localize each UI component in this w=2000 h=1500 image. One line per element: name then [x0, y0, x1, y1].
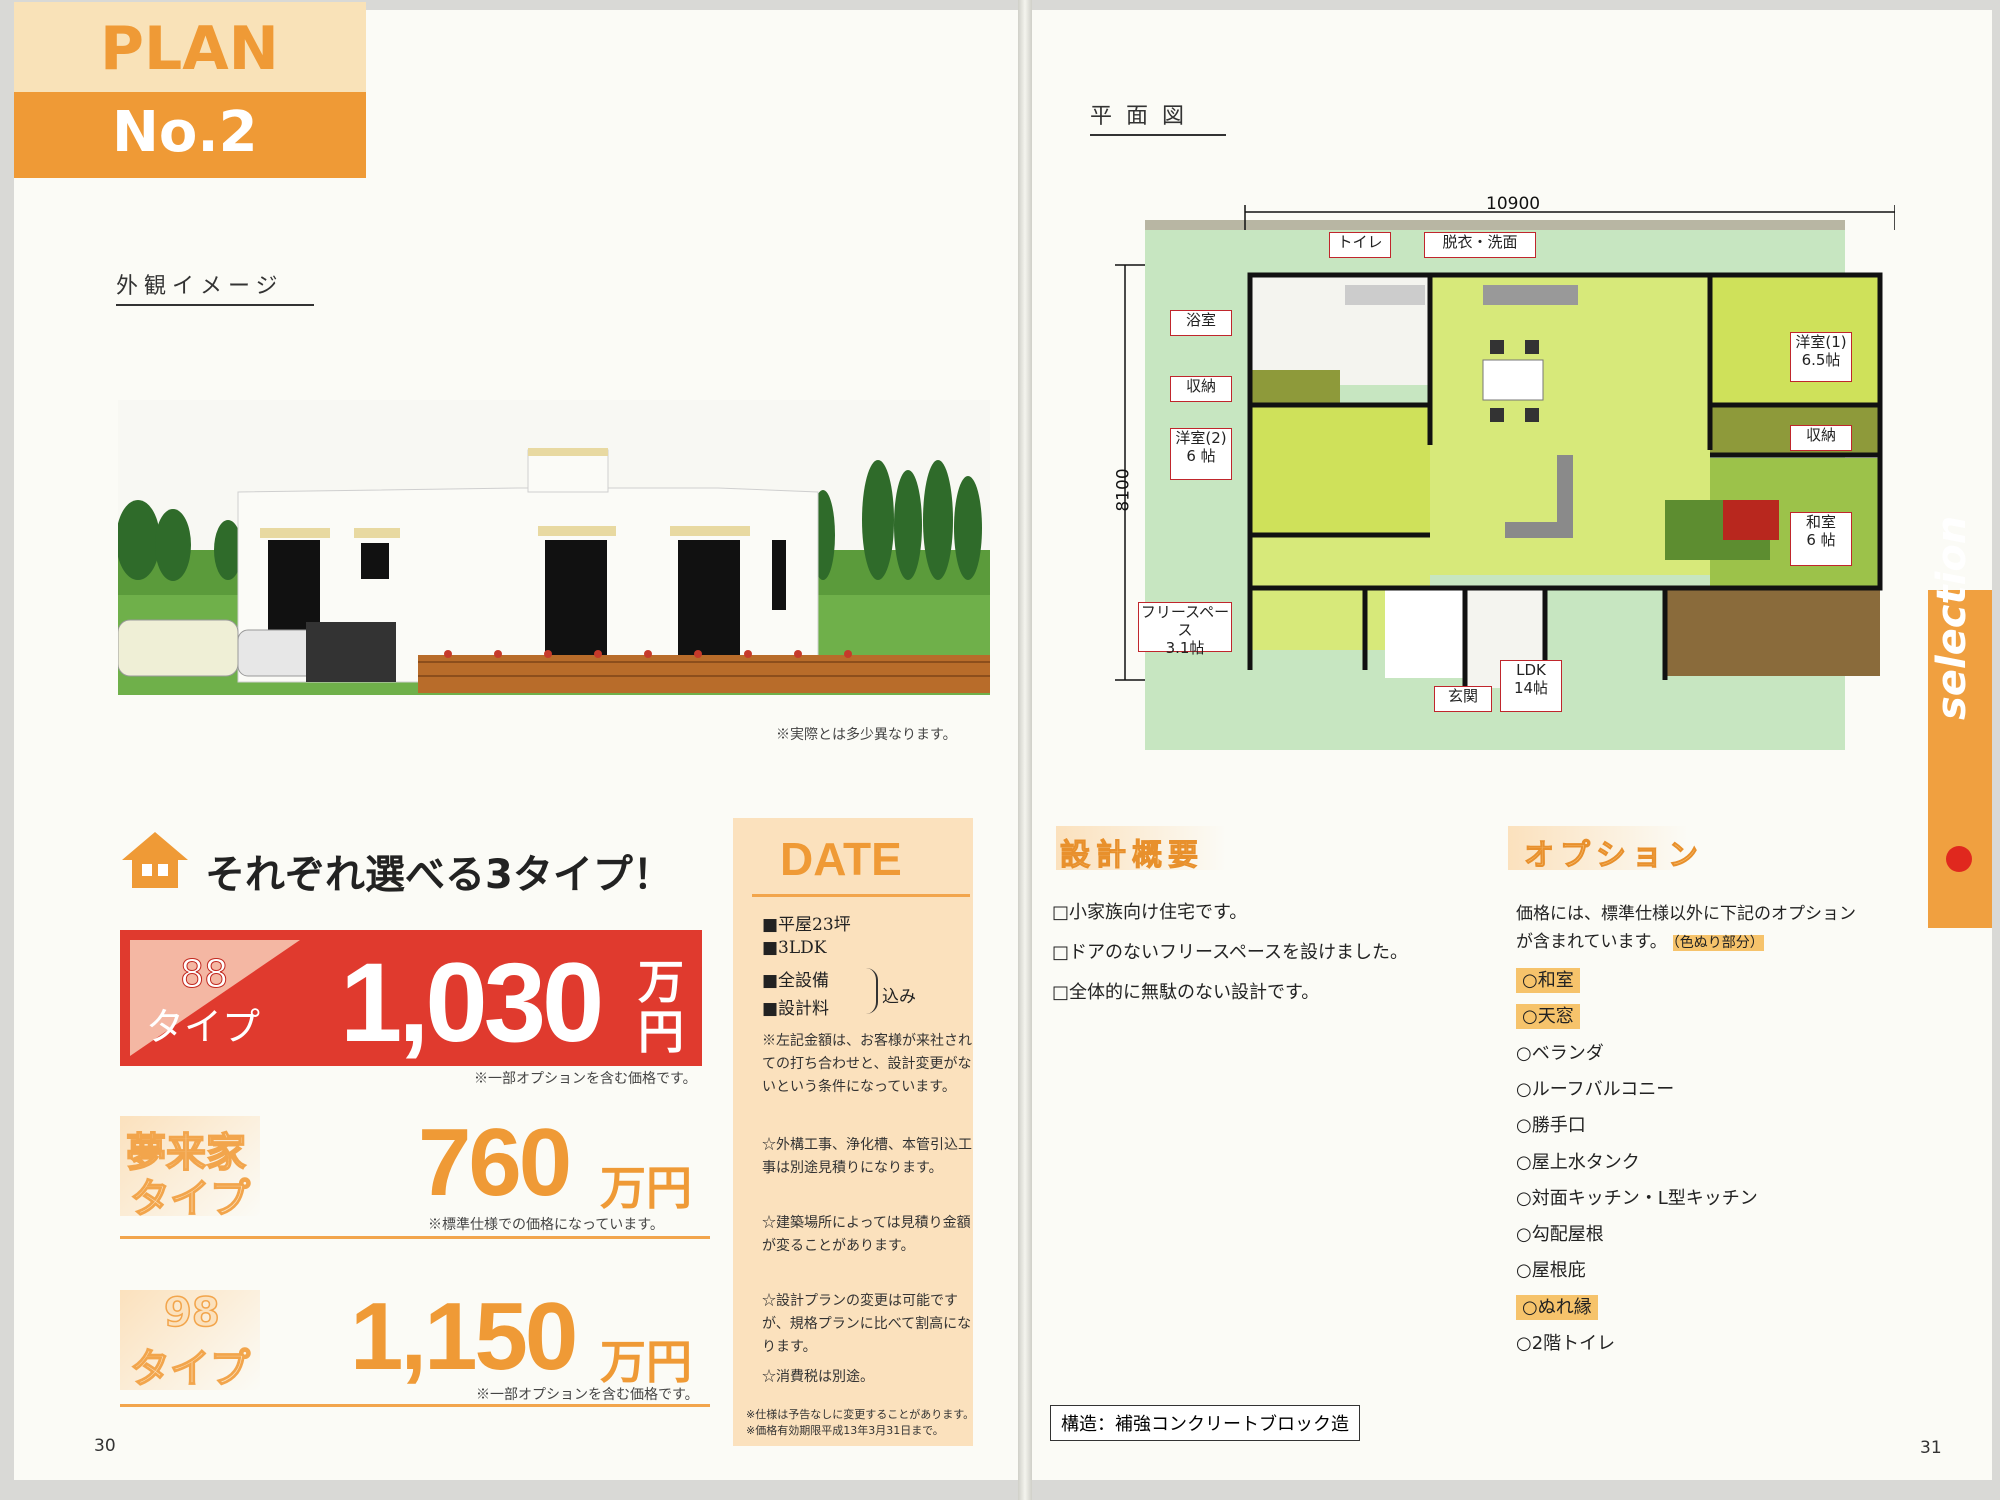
western1-name: 洋室(1)	[1795, 333, 1847, 351]
label-storage-2: 収納	[1790, 425, 1852, 451]
option-intro-tag: （色ぬり部分）	[1672, 935, 1764, 951]
label-entrance: 玄関	[1434, 686, 1492, 712]
footer-note-1: ※仕様は予告なしに変更することがあります。	[746, 1408, 975, 1421]
design-point-3: □全体的に無駄のない設計です。	[1052, 982, 1320, 1003]
option-label: ○屋上水タンク	[1516, 1151, 1640, 1173]
spec-bracket-label: 込み	[882, 987, 916, 1007]
date-note-1: ※左記金額は、お客様が来社されての打ち合わせと、設計変更がないという条件になって…	[762, 1033, 972, 1095]
option-item: ○ルーフバルコニー	[1516, 1075, 1674, 1101]
western1-size: 6.5帖	[1801, 351, 1841, 369]
type-yumekuru-note: ※標準仕様での価格になっています。	[428, 1217, 664, 1233]
dim-width: 10900	[1486, 194, 1541, 214]
option-item: ○勾配屋根	[1516, 1220, 1604, 1246]
japanese-name: 和室	[1805, 513, 1836, 531]
design-heading: 設計概要	[1060, 838, 1204, 874]
type88-note: ※一部オプションを含む価格です。	[474, 1071, 697, 1087]
option-item: ○勝手口	[1516, 1111, 1586, 1137]
option-label: ○ぬれ縁	[1516, 1294, 1598, 1320]
structure-box: 構造：補強コンクリートブロック造	[1050, 1405, 1360, 1441]
exterior-image	[118, 400, 990, 695]
date-note-2: ☆外構工事、浄化槽、本管引込工事は別途見積りになります。	[762, 1137, 972, 1176]
option-label: ○対面キッチン・L型キッチン	[1516, 1187, 1758, 1209]
page-number-left: 30	[94, 1436, 116, 1456]
spec-equipment: ■全設備	[762, 971, 830, 991]
option-label: ○和室	[1516, 968, 1580, 993]
option-label: ○ベランダ	[1516, 1042, 1604, 1064]
option-item: ○対面キッチン・L型キッチン	[1516, 1184, 1758, 1210]
plan-label: PLAN	[100, 14, 279, 84]
date-note-3: ☆建築場所によっては見積り金額が変ることがあります。	[762, 1215, 971, 1254]
label-wash: 脱衣・洗面	[1424, 232, 1536, 258]
option-intro: 価格には、標準仕様以外に下記のオプションが含まれています。 （色ぬり部分）	[1516, 900, 1856, 957]
option-item: ○2階トイレ	[1516, 1329, 1615, 1355]
option-item: ○ベランダ	[1516, 1039, 1604, 1065]
option-item: ○ぬれ縁	[1516, 1293, 1598, 1320]
option-heading: オプション	[1524, 838, 1704, 874]
design-point-2: □ドアのないフリースペースを設けました。	[1052, 942, 1408, 963]
type88-name-2: タイプ	[146, 1005, 261, 1049]
type98-price: 1,150	[350, 1283, 578, 1390]
book-spine	[1018, 0, 1032, 1500]
type88-name-1: 88	[179, 952, 229, 997]
option-label: ○勾配屋根	[1516, 1224, 1604, 1246]
date-title: DATE	[780, 833, 902, 885]
label-japanese: 和室 6 帖	[1790, 512, 1852, 566]
floorplan-heading: 平面図	[1090, 98, 1226, 136]
spec-design-fee: ■設計料	[762, 999, 830, 1019]
option-label: ○ルーフバルコニー	[1516, 1078, 1675, 1100]
label-free-space: フリースペース 3.1帖	[1138, 602, 1232, 657]
spec-floor: ■平屋23坪	[762, 915, 851, 935]
type98-name-1: 98	[163, 1289, 220, 1337]
free-space-name: フリースペース	[1140, 603, 1230, 639]
selection-tab-label: selection	[1929, 515, 1975, 720]
type-yumekuru-name-2: タイプ	[129, 1175, 251, 1223]
western2-size: 6 帖	[1186, 447, 1216, 465]
date-underline	[752, 894, 970, 897]
type98-unit: 万円	[600, 1336, 692, 1388]
option-label: ○天窓	[1516, 1004, 1580, 1030]
label-western-1: 洋室(1) 6.5帖	[1790, 332, 1852, 382]
option-item: ○和室	[1516, 966, 1580, 993]
date-note-5: ☆消費税は別途。	[762, 1369, 874, 1385]
option-label: ○2階トイレ	[1516, 1333, 1616, 1354]
option-item: ○屋根庇	[1516, 1256, 1586, 1282]
japanese-size: 6 帖	[1806, 531, 1836, 549]
divider-1	[120, 1236, 710, 1239]
label-bath: 浴室	[1170, 310, 1232, 336]
type98-note: ※一部オプションを含む価格です。	[476, 1387, 699, 1403]
label-storage-1: 収納	[1170, 376, 1232, 402]
type-yumekuru-price: 760	[418, 1109, 572, 1216]
divider-2	[120, 1404, 710, 1407]
spec-layout: ■3LDK	[762, 938, 827, 958]
type-yumekuru-unit: 万円	[600, 1162, 692, 1214]
spec-bracket	[866, 968, 878, 1014]
type88-price: 1,030	[340, 940, 604, 1065]
dim-height: 8100	[1113, 468, 1134, 512]
free-space-size: 3.1帖	[1165, 639, 1205, 657]
option-item: ○天窓	[1516, 1002, 1580, 1030]
footer-note-2: ※価格有効期限平成13年3月31日まで。	[746, 1424, 944, 1437]
label-toilet: トイレ	[1329, 232, 1391, 258]
option-label: ○屋根庇	[1516, 1260, 1586, 1282]
western2-name: 洋室(2)	[1175, 429, 1227, 447]
page-number-right: 31	[1920, 1438, 1942, 1458]
house-icon	[122, 832, 188, 888]
type88-unit-bottom: 円	[638, 1006, 684, 1058]
selection-tab-dot	[1946, 846, 1972, 872]
ldk-size: 14帖	[1513, 679, 1549, 697]
ldk-name: LDK	[1516, 661, 1546, 679]
label-ldk: LDK 14帖	[1500, 660, 1562, 712]
design-point-1: □小家族向け住宅です。	[1052, 902, 1248, 923]
plan-number: No.2	[112, 100, 258, 165]
date-note-4: ☆設計プランの変更は可能ですが、規格プランに比べて割高になります。	[762, 1293, 972, 1355]
option-item: ○屋上水タンク	[1516, 1148, 1640, 1174]
option-label: ○勝手口	[1516, 1115, 1586, 1137]
exterior-heading: 外観イメージ	[116, 268, 314, 306]
headline: それぞれ選べる3タイプ！	[205, 852, 673, 898]
label-western-2: 洋室(2) 6 帖	[1170, 428, 1232, 480]
exterior-note: ※実際とは多少異なります。	[776, 727, 957, 743]
type98-name-2: タイプ	[129, 1345, 251, 1393]
